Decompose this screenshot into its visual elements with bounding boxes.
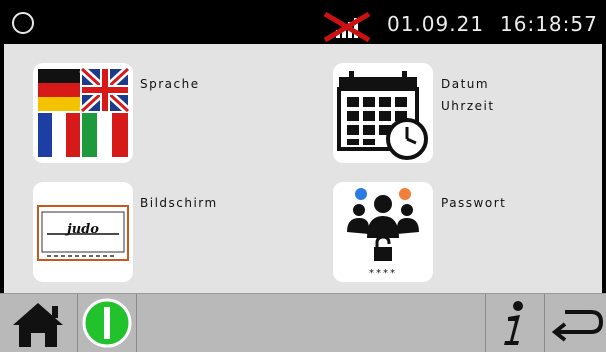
display-logo-icon: judo <box>37 205 129 261</box>
home-button[interactable] <box>0 294 77 352</box>
screen-label: Bildschirm <box>140 196 218 210</box>
screen-button[interactable]: judo <box>33 182 133 282</box>
password-label: Passwort <box>441 196 507 210</box>
users-lock-icon: **** <box>347 188 419 279</box>
settings-menu: Sprache Datum Uhrzeit judo Bildschirm **… <box>4 44 602 293</box>
language-label: Sprache <box>140 77 200 91</box>
judo-logo: judo <box>64 222 99 237</box>
date-label: Datum <box>441 77 490 91</box>
power-button[interactable] <box>78 294 136 352</box>
status-date: 01.09.21 <box>387 12 485 36</box>
language-button[interactable] <box>33 63 133 163</box>
device-screen: 01.09.21 16:18:57 Sprache Datum Uhrzeit … <box>0 0 606 352</box>
status-time: 16:18:57 <box>500 12 598 36</box>
home-icon <box>13 303 63 347</box>
return-arrow-icon <box>551 310 604 342</box>
language-flags-icon <box>38 66 131 157</box>
password-mask: **** <box>369 268 397 279</box>
info-button[interactable] <box>486 294 544 352</box>
back-button[interactable] <box>545 294 606 352</box>
info-icon <box>504 301 523 345</box>
status-bar: 01.09.21 16:18:57 <box>4 4 602 44</box>
time-label: Uhrzeit <box>441 99 495 113</box>
power-icon <box>82 298 132 348</box>
calendar-clock-icon <box>337 71 428 160</box>
no-signal-icon <box>322 10 372 43</box>
datetime-button[interactable] <box>333 63 433 163</box>
bottom-nav-bar <box>0 293 606 352</box>
divider <box>136 294 137 352</box>
status-indicator-icon <box>12 12 34 34</box>
password-button[interactable]: **** <box>333 182 433 282</box>
